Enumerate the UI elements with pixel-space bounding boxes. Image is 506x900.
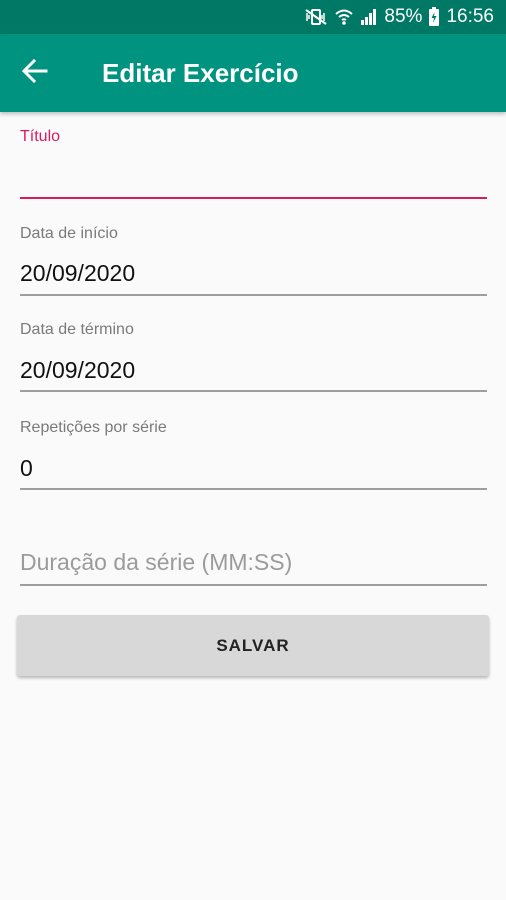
- duration-field[interactable]: Duração da série (MM:SS): [20, 548, 487, 590]
- signal-icon: [360, 8, 378, 26]
- title-field-label: Título: [20, 128, 61, 145]
- clock: 16:56: [446, 6, 494, 27]
- start-date-field[interactable]: Data de início 20/09/2020: [20, 225, 487, 297]
- end-date-label: Data de término: [20, 321, 134, 338]
- start-date-underline: [20, 294, 487, 296]
- end-date-underline: [20, 390, 487, 392]
- start-date-input[interactable]: 20/09/2020: [20, 259, 135, 287]
- arrow-back-icon: [21, 58, 48, 89]
- end-date-input[interactable]: 20/09/2020: [20, 356, 135, 384]
- repetitions-underline: [20, 488, 487, 490]
- repetitions-field[interactable]: Repetições por série 0: [20, 419, 487, 491]
- start-date-label: Data de início: [20, 225, 118, 242]
- duration-input[interactable]: Duração da série (MM:SS): [20, 548, 487, 576]
- title-underline: [20, 197, 487, 199]
- battery-icon: [428, 7, 440, 27]
- duration-underline: [20, 584, 487, 586]
- title-input[interactable]: [20, 162, 487, 190]
- mute-vibrate-icon: [304, 8, 328, 26]
- title-field[interactable]: Título: [20, 128, 487, 202]
- wifi-icon: [334, 8, 354, 26]
- end-date-field[interactable]: Data de término 20/09/2020: [20, 321, 487, 393]
- repetitions-input[interactable]: 0: [20, 454, 33, 482]
- page-title: Editar Exercício: [102, 58, 299, 88]
- repetitions-label: Repetições por série: [20, 419, 167, 436]
- status-icons: 85% 16:56: [304, 0, 494, 34]
- status-bar: 85% 16:56: [0, 0, 506, 34]
- back-button[interactable]: [14, 52, 56, 94]
- app-bar: Editar Exercício: [0, 34, 506, 112]
- save-button[interactable]: SALVAR: [17, 615, 489, 676]
- battery-percent: 85%: [384, 6, 423, 27]
